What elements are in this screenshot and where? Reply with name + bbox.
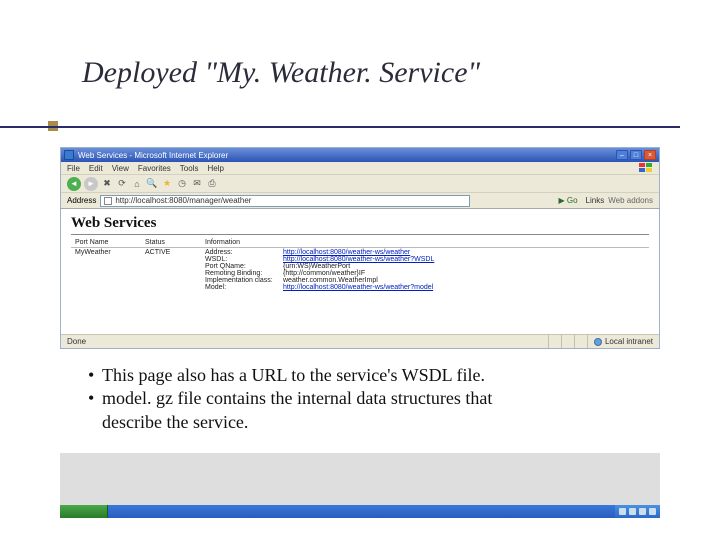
- go-label: Go: [567, 196, 578, 205]
- stop-icon[interactable]: ✖: [101, 178, 113, 190]
- title-underline: [0, 126, 680, 128]
- col-status: Status: [141, 238, 201, 248]
- bullet-1-text: This page also has a URL to the service'…: [102, 364, 485, 387]
- services-table: Port Name Status Information MyWeather A…: [71, 238, 649, 292]
- menu-tools[interactable]: Tools: [180, 164, 199, 173]
- windows-logo-icon: [639, 163, 653, 173]
- tray-icon[interactable]: [629, 508, 636, 515]
- page-content: Web Services Port Name Status Informatio…: [61, 209, 659, 334]
- menu-favorites[interactable]: Favorites: [138, 164, 171, 173]
- window-title: Web Services - Microsoft Internet Explor…: [78, 151, 616, 160]
- ie-icon: [64, 150, 74, 160]
- address-value: http://localhost:8080/manager/weather: [115, 196, 251, 205]
- col-info: Information: [201, 238, 649, 248]
- address-label: Address: [67, 196, 96, 205]
- status-zone: Local intranet: [587, 335, 659, 348]
- title-wrap: Deployed "My. Weather. Service": [0, 0, 720, 90]
- status-zone-label: Local intranet: [605, 337, 653, 346]
- close-button[interactable]: ×: [644, 150, 656, 160]
- slide-title: Deployed "My. Weather. Service": [82, 56, 720, 90]
- forward-button[interactable]: ►: [84, 177, 98, 191]
- bullet-1: •This page also has a URL to the service…: [88, 364, 648, 387]
- web-addons-label[interactable]: Web addons: [608, 196, 653, 205]
- links-label[interactable]: Links: [586, 196, 605, 205]
- print-icon[interactable]: ⎙: [206, 178, 218, 190]
- start-button[interactable]: [60, 505, 108, 518]
- home-icon[interactable]: ⌂: [131, 178, 143, 190]
- cell-info: Address:http://localhost:8080/weather-ws…: [201, 248, 649, 293]
- bottom-gray-box: [60, 453, 660, 506]
- status-seg-3: [574, 335, 587, 348]
- minimize-button[interactable]: –: [616, 150, 628, 160]
- table-header-row: Port Name Status Information: [71, 238, 649, 248]
- bullet-2-text-b: describe the service.: [102, 411, 248, 434]
- go-button[interactable]: ▶ Go: [558, 196, 577, 205]
- cell-port-name: MyWeather: [71, 248, 141, 293]
- system-tray: [615, 505, 660, 518]
- mail-icon[interactable]: ✉: [191, 178, 203, 190]
- refresh-icon[interactable]: ⟳: [116, 178, 128, 190]
- menu-view[interactable]: View: [112, 164, 129, 173]
- browser-window: Web Services - Microsoft Internet Explor…: [60, 147, 660, 349]
- col-port: Port Name: [71, 238, 141, 248]
- page-icon: [104, 197, 112, 205]
- status-seg-1: [548, 335, 561, 348]
- bullet-2: •model. gz file contains the internal da…: [88, 387, 648, 410]
- bullet-2-text-a: model. gz file contains the internal dat…: [102, 387, 492, 410]
- titlebar: Web Services - Microsoft Internet Explor…: [61, 148, 659, 162]
- history-icon[interactable]: ◷: [176, 178, 188, 190]
- page-heading: Web Services: [71, 215, 649, 232]
- menubar: File Edit View Favorites Tools Help: [61, 162, 659, 175]
- menu-file[interactable]: File: [67, 164, 80, 173]
- back-button[interactable]: ◄: [67, 177, 81, 191]
- slide-container: Deployed "My. Weather. Service" Web Serv…: [0, 0, 720, 540]
- heading-rule: [71, 234, 649, 235]
- tray-icon[interactable]: [619, 508, 626, 515]
- status-seg-2: [561, 335, 574, 348]
- tray-icon[interactable]: [639, 508, 646, 515]
- menu-help[interactable]: Help: [207, 164, 223, 173]
- globe-icon: [594, 338, 602, 346]
- bullet-2-cont: describe the service.: [88, 411, 648, 434]
- statusbar: Done Local intranet: [61, 334, 659, 348]
- favorites-icon[interactable]: ★: [161, 178, 173, 190]
- toolbar: ◄ ► ✖ ⟳ ⌂ 🔍 ★ ◷ ✉ ⎙: [61, 175, 659, 193]
- search-icon[interactable]: 🔍: [146, 178, 158, 190]
- cell-status: ACTIVE: [141, 248, 201, 293]
- menu-edit[interactable]: Edit: [89, 164, 103, 173]
- taskbar: [60, 505, 660, 518]
- maximize-button[interactable]: □: [630, 150, 642, 160]
- address-input[interactable]: http://localhost:8080/manager/weather: [100, 195, 470, 207]
- window-buttons: – □ ×: [616, 150, 656, 160]
- bullet-list: •This page also has a URL to the service…: [88, 364, 648, 434]
- tray-icon[interactable]: [649, 508, 656, 515]
- address-row: Address http://localhost:8080/manager/we…: [61, 193, 659, 209]
- table-row: MyWeather ACTIVE Address:http://localhos…: [71, 248, 649, 293]
- status-done: Done: [61, 335, 92, 348]
